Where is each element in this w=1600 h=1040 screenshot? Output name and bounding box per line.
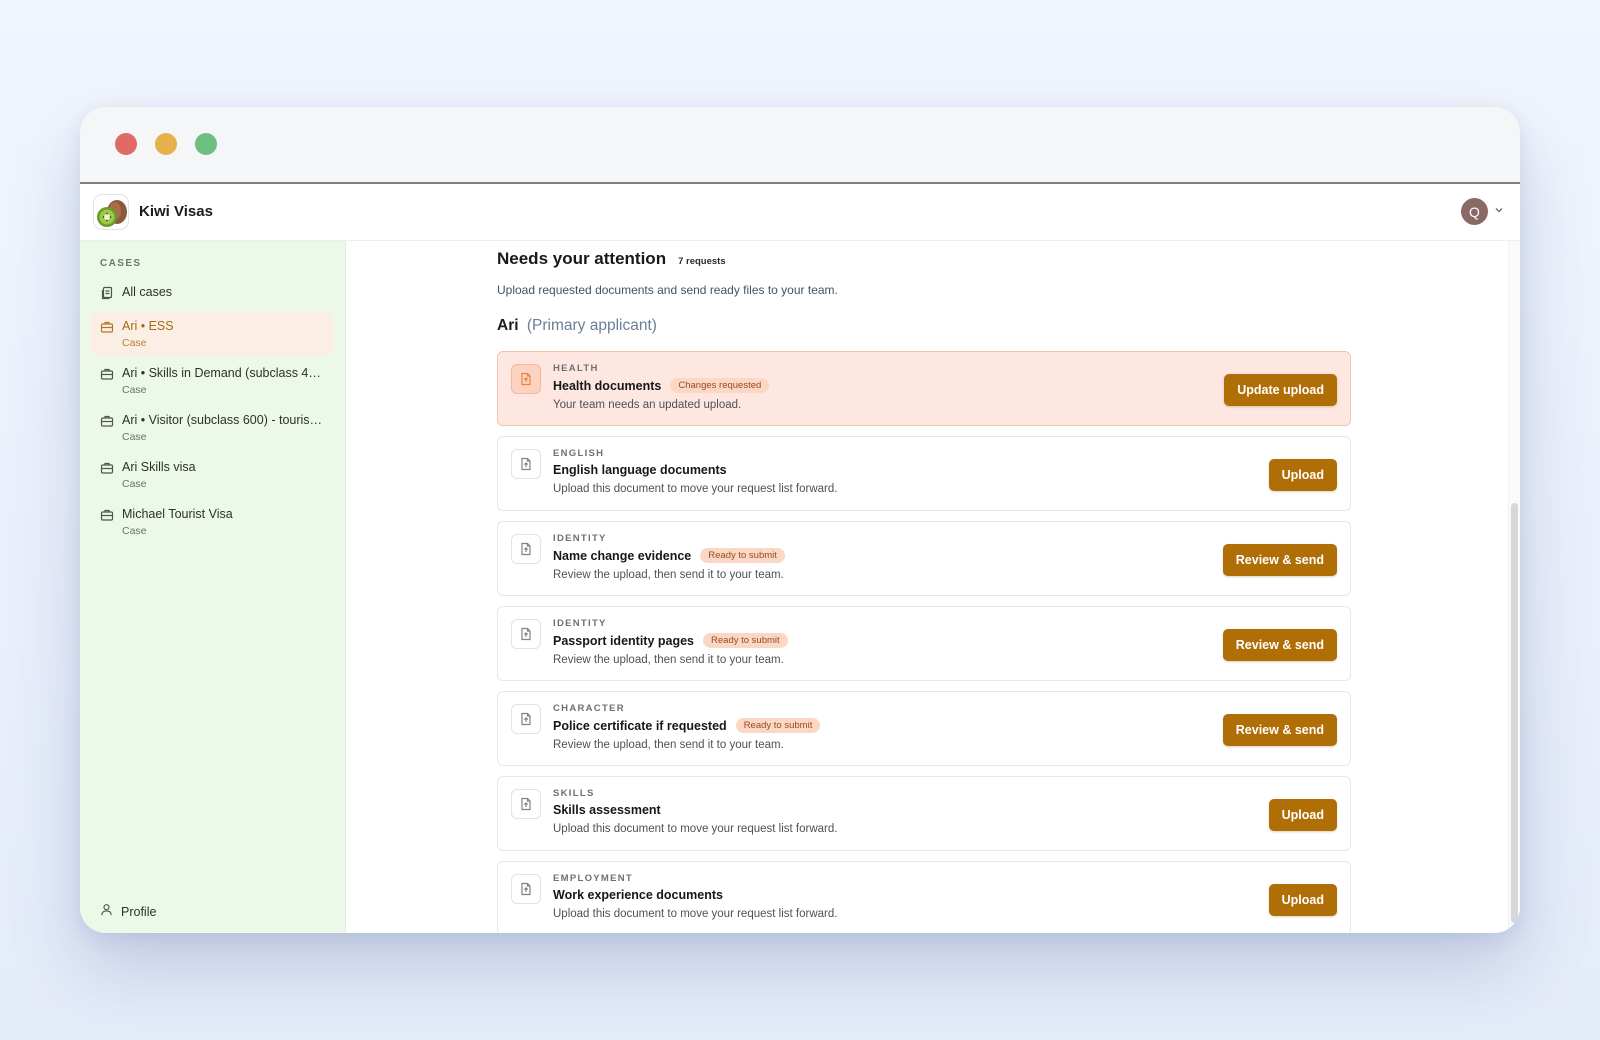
document-icon [511,789,541,819]
request-title: Passport identity pages [553,633,695,648]
request-title: English language documents [553,463,727,477]
case-nav-list: All cases Ari • ESS Case Ari • Skills in… [90,277,334,547]
sidebar-section-label: CASES [100,258,142,269]
request-category: IDENTITY [553,618,607,629]
main-content: Needs your attention 7 requests Upload r… [346,241,1520,933]
case-label: Ari • ESS [122,319,174,333]
briefcase-icon [100,320,114,334]
case-label: Ari Skills visa [122,460,196,474]
user-icon [100,903,113,921]
app-name: Kiwi Visas [139,203,213,220]
sidebar-case-ari-skills-visa[interactable]: Ari Skills visa Case [90,453,334,496]
sidebar: CASES All cases Ari • ESS Case Ari • Ski… [80,241,346,933]
page-description: Upload requested documents and send read… [497,283,838,297]
sidebar-case-ari-visitor[interactable]: Ari • Visitor (subclass 600) - tourist s… [90,406,334,449]
review-send-button[interactable]: Review & send [1222,629,1337,661]
request-description: Upload this document to move your reques… [553,483,838,495]
sidebar-item-label: All cases [122,285,173,299]
request-description: Your team needs an updated upload. [553,399,742,411]
request-description: Upload this document to move your reques… [553,823,838,835]
request-title: Skills assessment [553,803,661,817]
case-type: Case [122,431,147,443]
request-card: CHARACTER Police certificate if requeste… [497,691,1351,766]
sidebar-item-profile[interactable]: Profile [100,903,156,921]
applicant-role: (Primary applicant) [526,317,657,334]
page-title: Needs your attention [497,249,667,268]
request-category: CHARACTER [553,703,625,714]
briefcase-icon [100,508,114,522]
kiwi-logo[interactable] [93,194,129,230]
request-list: HEALTH Health documents Changes requeste… [497,351,1351,933]
request-card: HEALTH Health documents Changes requeste… [497,351,1351,426]
app-header: Kiwi Visas Q [80,184,1520,241]
request-card: IDENTITY Passport identity pages Ready t… [497,606,1351,681]
user-menu[interactable]: Q [1461,198,1504,225]
upload-button[interactable]: Upload [1268,459,1337,491]
document-icon [511,704,541,734]
case-label: Ari • Visitor (subclass 600) - tourist s… [122,413,324,427]
request-title: Work experience documents [553,888,723,902]
document-icon [511,534,541,564]
minimize-window-button[interactable] [155,133,177,155]
request-description: Review the upload, then send it to your … [553,569,784,581]
chevron-down-icon[interactable] [1494,205,1504,218]
request-category: SKILLS [553,788,595,799]
request-category: ENGLISH [553,448,605,459]
review-send-button[interactable]: Review & send [1222,714,1337,746]
briefcase-icon [100,367,114,381]
request-count-badge: 7 requests [678,256,726,267]
status-badge: Ready to submit [703,633,788,648]
sidebar-case-ari-ess[interactable]: Ari • ESS Case [90,312,334,355]
case-type: Case [122,525,147,537]
profile-label: Profile [121,905,157,919]
status-badge: Changes requested [670,378,770,393]
documents-icon [100,286,114,300]
request-card: ENGLISH English language documents Uploa… [497,436,1351,511]
briefcase-icon [100,461,114,475]
sidebar-item-all-cases[interactable]: All cases [90,277,334,308]
document-icon [511,619,541,649]
applicant-name: Ari [497,317,519,334]
upload-button[interactable]: Upload [1268,884,1337,916]
case-type: Case [122,478,147,490]
case-label: Michael Tourist Visa [122,507,233,521]
status-badge: Ready to submit [700,548,785,563]
request-category: EMPLOYMENT [553,873,634,884]
briefcase-icon [100,414,114,428]
request-card: EMPLOYMENT Work experience documents Upl… [497,861,1351,933]
window-titlebar [80,107,1520,184]
update-upload-button[interactable]: Update upload [1224,374,1337,406]
case-type: Case [122,337,147,349]
request-title: Name change evidence [553,548,692,563]
document-icon [511,874,541,904]
document-icon [511,449,541,479]
request-description: Review the upload, then send it to your … [553,739,784,751]
request-title: Police certificate if requested [553,718,727,733]
upload-button[interactable]: Upload [1268,799,1337,831]
avatar[interactable]: Q [1461,198,1488,225]
close-window-button[interactable] [115,133,137,155]
status-badge: Ready to submit [735,718,821,733]
sidebar-case-ari-skills-in-demand[interactable]: Ari • Skills in Demand (subclass 482) Ca… [90,359,334,402]
request-card: SKILLS Skills assessment Upload this doc… [497,776,1351,851]
request-title: Health documents [553,378,662,393]
scrollbar-thumb[interactable] [1511,503,1518,923]
maximize-window-button[interactable] [195,133,217,155]
request-category: IDENTITY [553,533,607,544]
scrollbar[interactable] [1508,241,1520,933]
sidebar-case-michael-tourist-visa[interactable]: Michael Tourist Visa Case [90,500,334,543]
document-icon [511,364,541,394]
case-type: Case [122,384,147,396]
request-description: Review the upload, then send it to your … [553,654,784,666]
case-label: Ari • Skills in Demand (subclass 482) [122,366,324,380]
app-window: Kiwi Visas Q CASES All cases Ari • ESS C… [80,107,1520,933]
request-card: IDENTITY Name change evidence Ready to s… [497,521,1351,596]
request-description: Upload this document to move your reques… [553,908,838,920]
applicant-heading: Ari (Primary applicant) [497,317,1351,335]
review-send-button[interactable]: Review & send [1222,544,1337,576]
request-category: HEALTH [553,363,599,374]
